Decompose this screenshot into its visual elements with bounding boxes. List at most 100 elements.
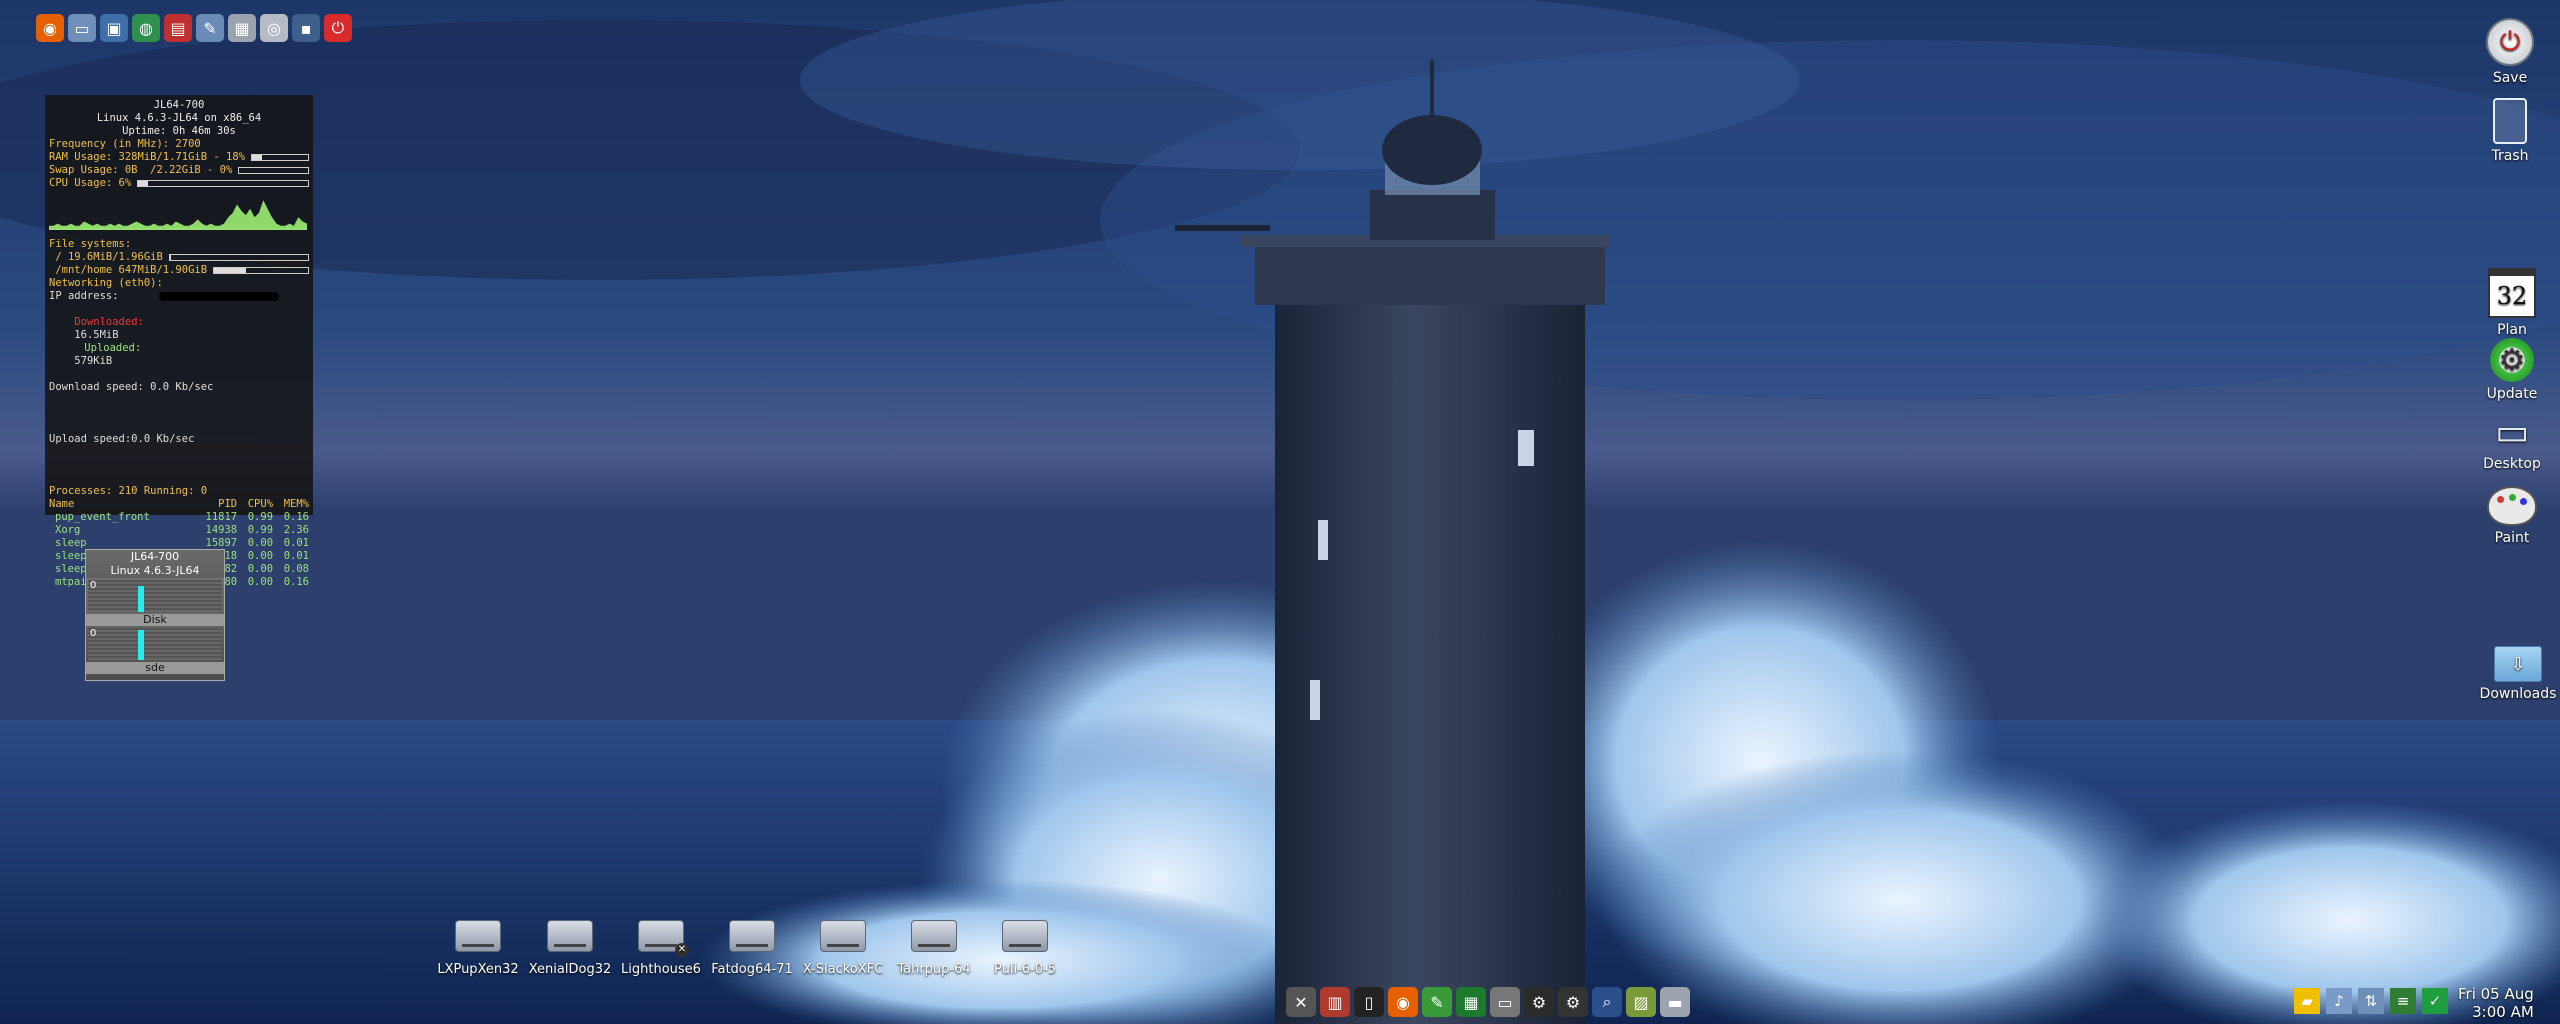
diskmon-label-disk: Disk (86, 614, 224, 626)
process-cpu: 0.99 (247, 511, 274, 523)
terminal-icon[interactable]: ▯ (1354, 987, 1384, 1017)
plan-label: Plan (2497, 322, 2527, 338)
wallpaper-lighthouse (0, 0, 2560, 1024)
drive-icon: ✕ (638, 920, 689, 957)
system-tray: ▰ ♪ ⇅ ≡ ✓ (2294, 988, 2448, 1014)
cpu-history-area (49, 200, 307, 230)
drive-label: Tahrpup-64 (897, 962, 971, 977)
clock-date: Fri 05 Aug (2458, 985, 2534, 1003)
diskmon-graph-sde: 0 (88, 628, 222, 660)
clock-time: 3:00 AM (2472, 1003, 2534, 1021)
diskmon-zero-2: 0 (90, 628, 97, 639)
process-mem: 2.36 (283, 524, 309, 536)
drive-icon-puli-6-0-5[interactable]: Puli-6-0-5 (980, 920, 1070, 977)
plan-day: 32 (2496, 282, 2528, 310)
drive-icon-lighthouse6[interactable]: ✕ Lighthouse6 (616, 920, 706, 977)
process-pid: 11817 (205, 511, 238, 523)
downloads-desktop-icon[interactable]: ⇩ Downloads (2476, 646, 2560, 702)
drive-icon-lxpupxen32[interactable]: LXPupXen32 (433, 920, 523, 977)
conky-swap-row: Swap Usage: 0B /2.22GiB - 0% (49, 164, 309, 177)
drive-icon-fatdog64-71[interactable]: Fatdog64-71 (707, 920, 797, 977)
trash-label: Trash (2491, 148, 2529, 164)
document-icon[interactable]: ▤ (164, 14, 192, 42)
conky-cpu: CPU Usage: 6% (49, 177, 132, 189)
process-cpu: 0.00 (247, 576, 274, 588)
conky-upload-speed: Upload speed:0.0 Kb/sec (49, 433, 195, 445)
gear-icon[interactable]: ⚙ (1558, 987, 1588, 1017)
folder-icon[interactable]: ▭ (68, 14, 96, 42)
process-cpu: 0.00 (247, 550, 274, 562)
monitor-icon[interactable]: ▣ (100, 14, 128, 42)
volume-icon[interactable]: ♪ (2326, 988, 2352, 1014)
drive-icon-xenialdog32[interactable]: XenialDog32 (525, 920, 615, 977)
process-row: Xorg 14938 0.99 2.36 (49, 524, 309, 537)
toolbox-icon[interactable]: ▥ (1320, 987, 1350, 1017)
clock[interactable]: Fri 05 Aug 3:00 AM (2458, 985, 2534, 1021)
downloads-folder-icon: ⇩ (2494, 646, 2542, 682)
camera-icon[interactable]: ▪ (292, 14, 320, 42)
drive-label: Puli-6-0-5 (994, 962, 1056, 977)
power-save-icon: ⏻ (2486, 18, 2534, 66)
conky-fs-root-row: / 19.6MiB/1.96GiB (49, 251, 309, 264)
paint-desktop-icon[interactable]: Paint (2480, 486, 2544, 546)
drive-icon-x-slackoxfc[interactable]: X-SlackoXFC (798, 920, 888, 977)
layers-icon[interactable]: ≡ (2390, 988, 2416, 1014)
draw-icon[interactable]: ✎ (196, 14, 224, 42)
drive-icon[interactable]: ▬ (1660, 987, 1690, 1017)
folder-tray-icon[interactable]: ▰ (2294, 988, 2320, 1014)
shield-icon[interactable]: ✓ (2422, 988, 2448, 1014)
drive-label: X-SlackoXFC (802, 962, 884, 977)
settings-icon[interactable]: ⚙ (1524, 987, 1554, 1017)
drive-icon (729, 920, 775, 952)
process-name: pup_event_front (55, 511, 150, 523)
conky-fs-title: File systems: (49, 238, 132, 250)
disc-icon[interactable]: ◎ (260, 14, 288, 42)
update-label: Update (2486, 386, 2538, 402)
launcher-bar: ◉ ▭ ▣ ◍ ▤ ✎ ▦ ◎ ▪ ⏻ (36, 14, 352, 42)
cpu-usage-bar (137, 180, 309, 187)
search-icon[interactable]: ⌕ (1592, 987, 1622, 1017)
drive-icon (1002, 920, 1048, 952)
firefox-icon[interactable]: ◉ (1388, 987, 1418, 1017)
downloads-label: Downloads (2479, 686, 2557, 702)
drive-label: Lighthouse6 (621, 962, 701, 977)
image-viewer-icon[interactable]: ▨ (1626, 987, 1656, 1017)
diskmon-zero-1: 0 (90, 580, 97, 591)
calculator-icon[interactable]: ▦ (228, 14, 256, 42)
laptop-icon[interactable]: ▭ (1490, 987, 1520, 1017)
conky-uptime: Uptime: 0h 46m 30s (122, 125, 236, 137)
plan-desktop-icon[interactable]: 32 Plan (2480, 268, 2544, 338)
network-icon[interactable]: ⇅ (2358, 988, 2384, 1014)
spreadsheet-icon[interactable]: ▦ (1456, 987, 1486, 1017)
desktop-desktop-icon[interactable]: ▭ Desktop (2480, 411, 2544, 473)
globe-icon[interactable]: ◍ (132, 14, 160, 42)
conky-uploaded-label: Uploaded: (84, 342, 142, 354)
drive-label: Fatdog64-71 (711, 962, 793, 977)
proc-header-name: Name (49, 498, 75, 510)
edit-icon[interactable]: ✎ (1422, 987, 1452, 1017)
conky-ip-label: IP address: (49, 290, 119, 302)
conky-system-monitor: JL64-700 Linux 4.6.3-JL64 on x86_64 Upti… (45, 95, 313, 588)
drive-icon-tahrpup-64[interactable]: Tahrpup-64 (889, 920, 979, 977)
conky-transfer-row: Downloaded: 16.5MiB Uploaded: 579KiB (49, 303, 309, 381)
redacted-ip (158, 292, 279, 301)
conky-ip-row: IP address: (49, 290, 309, 303)
laptop-desktop-icon: ▭ (2494, 411, 2529, 453)
save-desktop-icon[interactable]: ⏻ Save (2478, 18, 2542, 86)
trash-desktop-icon[interactable]: Trash (2478, 98, 2542, 164)
update-desktop-icon[interactable]: ⚙ Update (2480, 338, 2544, 402)
fs-home-bar (213, 267, 309, 274)
process-mem: 0.16 (283, 511, 309, 523)
power-icon[interactable]: ⏻ (324, 14, 352, 42)
unmounted-icon: ✕ (675, 943, 689, 957)
conky-fs-home: /mnt/home 647MiB/1.90GiB (49, 264, 208, 276)
process-cpu: 0.00 (247, 563, 274, 575)
conky-fs-home-row: /mnt/home 647MiB/1.90GiB (49, 264, 309, 277)
process-cpu: 0.99 (247, 524, 274, 536)
x-menu-icon[interactable]: ✕ (1286, 987, 1316, 1017)
conky-uploaded-value: 579KiB (74, 355, 113, 367)
diskmon-label-sde: sde (86, 662, 224, 674)
palette-icon (2487, 486, 2537, 526)
firefox-icon[interactable]: ◉ (36, 14, 64, 42)
drive-label: XenialDog32 (528, 962, 612, 977)
